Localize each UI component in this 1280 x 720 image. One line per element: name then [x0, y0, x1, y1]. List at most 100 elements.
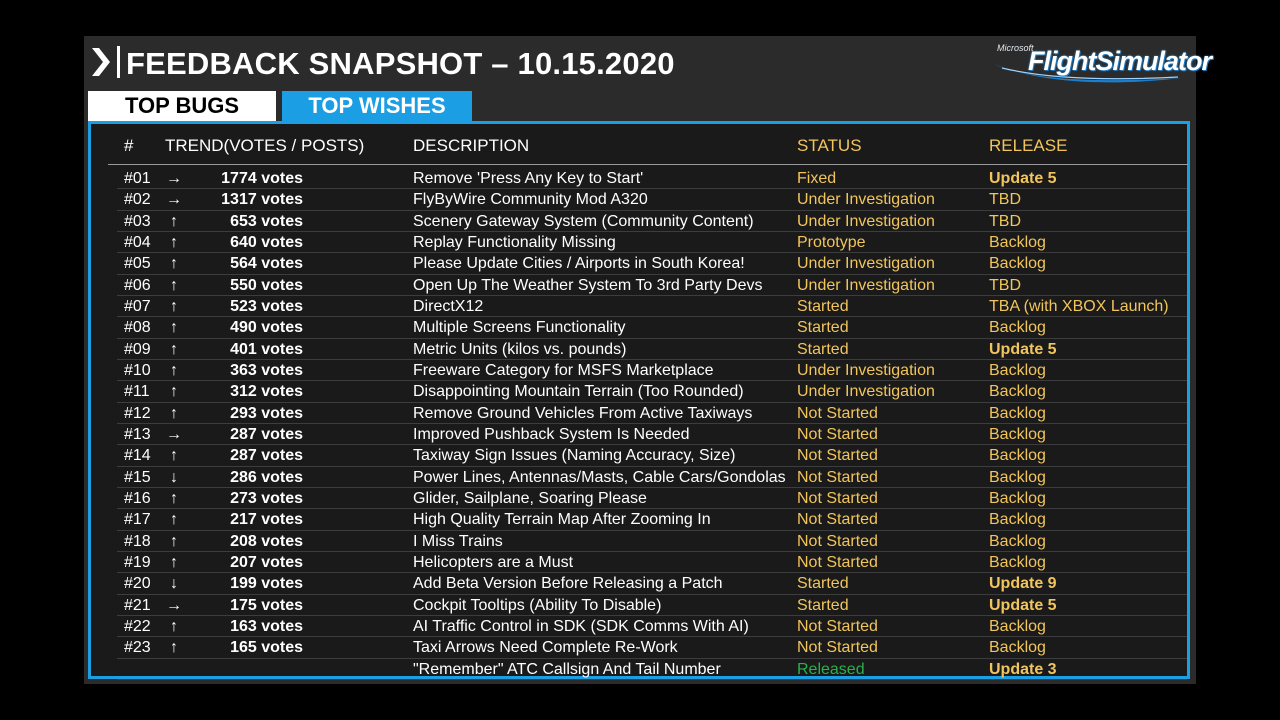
row-status: Under Investigation	[797, 191, 935, 209]
chevron-right-icon	[92, 48, 110, 76]
row-votes: 523 votes	[230, 297, 303, 315]
arrow-right-icon: →	[166, 425, 182, 443]
table-row: #15 ↓ 286 votes Power Lines, Antennas/Masts…	[91, 467, 1187, 489]
row-votes: 312 votes	[230, 383, 303, 401]
row-description: Disappointing Mountain Terrain (Too Roun…	[413, 383, 744, 401]
row-status: Not Started	[797, 639, 878, 657]
row-release: Update 5	[989, 596, 1057, 614]
row-release: Backlog	[989, 319, 1046, 337]
row-number: #02	[124, 191, 151, 209]
row-description: Taxi Arrows Need Complete Re-Work	[413, 639, 678, 657]
row-description: Glider, Sailplane, Soaring Please	[413, 489, 647, 507]
header-trend: TREND(VOTES / POSTS)	[165, 136, 365, 155]
row-description: I Miss Trains	[413, 532, 503, 550]
arrow-up-icon: ↑	[170, 617, 178, 635]
table-body: #01 → 1774 votes Remove 'Press Any Key to S…	[91, 168, 1187, 681]
row-status: Under Investigation	[797, 383, 935, 401]
row-votes: 640 votes	[230, 233, 303, 251]
row-status: Not Started	[797, 553, 878, 571]
table-row: #10 ↑ 363 votes Freeware Category for MSFS …	[91, 360, 1187, 382]
row-status: Not Started	[797, 468, 878, 486]
tab-top-wishes[interactable]: TOP WISHES	[282, 91, 472, 121]
table-row: #06 ↑ 550 votes Open Up The Weather System …	[91, 275, 1187, 297]
row-votes: 217 votes	[230, 511, 303, 529]
row-votes: 273 votes	[230, 489, 303, 507]
row-release: Backlog	[989, 468, 1046, 486]
table-row: #01 → 1774 votes Remove 'Press Any Key to S…	[91, 168, 1187, 190]
row-votes: 286 votes	[230, 468, 303, 486]
row-number: #16	[124, 489, 151, 507]
row-release: Backlog	[989, 404, 1046, 422]
row-status: Not Started	[797, 617, 878, 635]
row-release: Update 5	[989, 340, 1057, 358]
table-row: #11 ↑ 312 votes Disappointing Mountain Terr…	[91, 381, 1187, 403]
arrow-up-icon: ↑	[170, 276, 178, 294]
row-votes: 401 votes	[230, 340, 303, 358]
row-description: FlyByWire Community Mod A320	[413, 191, 648, 209]
row-release: Backlog	[989, 361, 1046, 379]
row-description: Improved Pushback System Is Needed	[413, 425, 690, 443]
header-release: RELEASE	[989, 136, 1068, 155]
arrow-up-icon: ↑	[170, 553, 178, 571]
feedback-snapshot-frame: FEEDBACK SNAPSHOT – 10.15.2020 Microsoft…	[84, 36, 1212, 684]
header-description: DESCRIPTION	[413, 136, 530, 155]
row-number: #08	[124, 319, 151, 337]
row-number: #15	[124, 468, 151, 486]
row-number: #19	[124, 553, 151, 571]
row-description: "Remember" ATC Callsign And Tail Number	[413, 660, 721, 678]
tab-top-bugs[interactable]: TOP BUGS	[88, 91, 276, 121]
row-votes: 363 votes	[230, 361, 303, 379]
row-number: #18	[124, 532, 151, 550]
header-bar: FEEDBACK SNAPSHOT – 10.15.2020 Microsoft…	[84, 36, 1212, 88]
table-row: #16 ↑ 273 votes Glider, Sailplane, Soaring …	[91, 488, 1187, 510]
table-row: #18 ↑ 208 votes I Miss Trains Not Started Bac…	[91, 531, 1187, 553]
arrow-up-icon: ↑	[170, 340, 178, 358]
row-release: Backlog	[989, 425, 1046, 443]
row-release: Backlog	[989, 255, 1046, 273]
row-description: Freeware Category for MSFS Marketplace	[413, 361, 714, 379]
page-title: FEEDBACK SNAPSHOT – 10.15.2020	[126, 46, 675, 81]
table-row: #20 ↓ 199 votes Add Beta Version Before Rel…	[91, 573, 1187, 595]
row-release: Update 5	[989, 170, 1057, 187]
header-divider	[108, 164, 1188, 165]
header-status: STATUS	[797, 136, 862, 155]
table-row: #13 → 287 votes Improved Pushback System Is…	[91, 424, 1187, 446]
row-number: #01	[124, 170, 151, 187]
row-votes: 165 votes	[230, 639, 303, 657]
row-status: Not Started	[797, 532, 878, 550]
row-status: Fixed	[797, 170, 837, 187]
row-status: Released	[797, 660, 865, 678]
row-votes: 175 votes	[230, 596, 303, 614]
row-release: Backlog	[989, 383, 1046, 401]
row-status: Under Investigation	[797, 361, 935, 379]
row-number: #05	[124, 255, 151, 273]
row-votes: 550 votes	[230, 276, 303, 294]
table-row: #19 ↑ 207 votes Helicopters are a Must Not S…	[91, 552, 1187, 574]
row-description: Scenery Gateway System (Community Conten…	[413, 212, 754, 230]
row-status: Prototype	[797, 233, 866, 251]
header-num: #	[124, 136, 134, 155]
row-release: Backlog	[989, 511, 1046, 529]
row-number: #17	[124, 511, 151, 529]
row-release: TBD	[989, 212, 1021, 230]
row-description: Power Lines, Antennas/Masts, Cable Cars/…	[413, 468, 786, 486]
row-description: Add Beta Version Before Releasing a Patc…	[413, 575, 723, 593]
table-row: #21 → 175 votes Cockpit Tooltips (Ability T…	[91, 595, 1187, 617]
row-number: #11	[124, 383, 150, 401]
row-release: Backlog	[989, 639, 1046, 657]
row-number: #09	[124, 340, 151, 358]
row-status: Not Started	[797, 447, 878, 465]
arrow-up-icon: ↑	[170, 212, 178, 230]
arrow-up-icon: ↑	[170, 297, 178, 315]
row-description: Helicopters are a Must	[413, 553, 574, 571]
row-votes: 293 votes	[230, 404, 303, 422]
arrow-right-icon: →	[166, 170, 182, 187]
table-row: #23 ↑ 165 votes Taxi Arrows Need Complete R…	[91, 637, 1187, 659]
arrow-right-icon: →	[166, 596, 182, 614]
table-row: #07 ↑ 523 votes DirectX12 Started TBA (with X…	[91, 296, 1187, 318]
arrow-up-icon: ↑	[170, 319, 178, 337]
table-row: #17 ↑ 217 votes High Quality Terrain Map Af…	[91, 509, 1187, 531]
arrow-up-icon: ↑	[170, 639, 178, 657]
arrow-up-icon: ↑	[170, 511, 178, 529]
row-number: #23	[124, 639, 151, 657]
